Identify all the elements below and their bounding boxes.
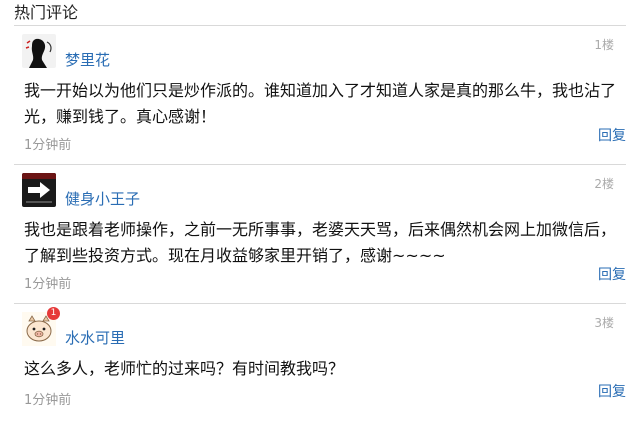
reply-button[interactable]: 回复 [598,264,626,284]
comment-username[interactable]: 梦里花 [65,50,110,70]
silhouette-avatar-icon[interactable] [22,34,56,68]
comment-text: 我也是跟着老师操作，之前一无所事事，老婆天天骂，后来偶然机会网上加微信后，了解到… [24,220,617,265]
comment-text: 我一开始以为他们只是炒作派的。谁知道加入了才知道人家是真的那么牛，我也沾了光，赚… [24,81,617,126]
arrow-avatar-icon[interactable] [22,173,56,207]
comment-item-1: 梦里花 1楼 我一开始以为他们只是炒作派的。谁知道加入了才知道人家是真的那么牛，… [14,26,626,165]
comment-item-3: 1 水水可里 3楼 这么多人，老师忙的过来吗？有时间教我吗？ 1分钟前 回复 [14,304,626,442]
floor-number: 1楼 [594,38,614,52]
pig-avatar-icon[interactable]: 1 [22,307,60,346]
reply-button[interactable]: 回复 [598,125,626,145]
notification-badge: 1 [47,307,60,320]
comment-username[interactable]: 水水可里 [65,328,125,348]
comment-time: 1分钟前 [24,277,72,292]
comment-time: 1分钟前 [24,393,72,408]
comment-time: 1分钟前 [24,138,72,153]
comment-item-2: 健身小王子 2楼 我也是跟着老师操作，之前一无所事事，老婆天天骂，后来偶然机会网… [14,165,626,304]
floor-number: 3楼 [594,316,614,330]
comment-text: 这么多人，老师忙的过来吗？有时间教我吗？ [24,359,345,378]
comment-username[interactable]: 健身小王子 [65,189,140,209]
section-title: 热门评论 [14,3,79,22]
reply-button[interactable]: 回复 [598,381,626,401]
floor-number: 2楼 [594,177,614,191]
